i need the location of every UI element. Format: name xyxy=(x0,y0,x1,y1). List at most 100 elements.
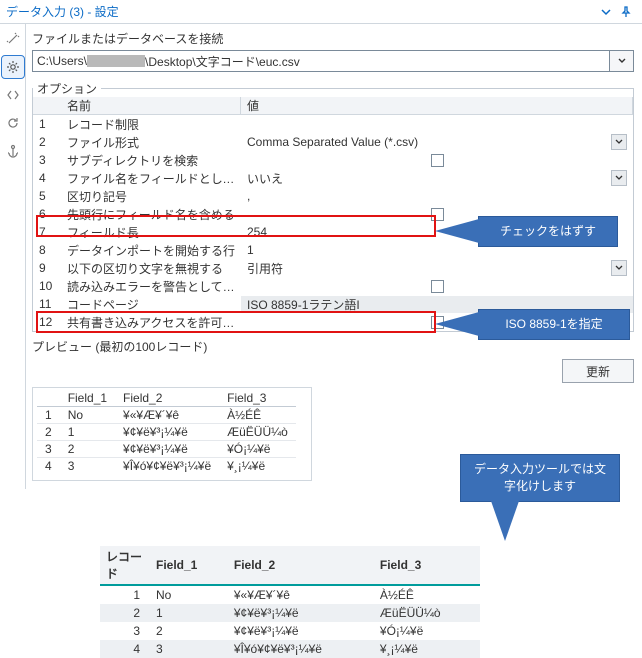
dropdown-icon[interactable] xyxy=(596,2,616,22)
row-name: 共有書き込みアクセスを許可する xyxy=(61,314,241,331)
row-name: ファイル形式 xyxy=(61,134,241,151)
dropdown-text: Comma Separated Value (*.csv) xyxy=(247,135,611,149)
path-dropdown-button[interactable] xyxy=(610,50,634,72)
row-index: 2 xyxy=(33,135,61,149)
cell: ¥Ó¡¼¥ë xyxy=(219,441,296,458)
table-row: 1No¥«¥Æ¥´¥êÀ½ÉÊ xyxy=(100,585,480,604)
preview2-table: レコードField_1Field_2Field_3 1No¥«¥Æ¥´¥êÀ½É… xyxy=(100,546,480,658)
table-row: 32¥¢¥ë¥³¡¼¥ë¥Ó¡¼¥ë xyxy=(100,622,480,640)
rail-refresh-icon[interactable] xyxy=(2,112,24,134)
cell: ¥¸¡¼¥ë xyxy=(374,640,480,658)
cell: À½ÉÊ xyxy=(374,585,480,604)
column-header: Field_3 xyxy=(219,390,296,407)
table-row: 21¥¢¥ë¥³¡¼¥ëÆüËÜÜ¼ò xyxy=(37,424,296,441)
row-name: ファイル名をフィールドとして出力する xyxy=(61,170,241,187)
column-header: レコード xyxy=(100,546,150,585)
rail-gear-icon[interactable] xyxy=(2,56,24,78)
row-name: フィールド長 xyxy=(61,224,241,241)
preview1-region: Field_1Field_2Field_3 1No¥«¥Æ¥´¥êÀ½ÉÊ21¥… xyxy=(32,387,312,481)
option-row: 10読み込みエラーを警告として扱う xyxy=(33,277,633,295)
table-row: 1No¥«¥Æ¥´¥êÀ½ÉÊ xyxy=(37,407,296,424)
callout-garbled: データ入力ツールでは文字化けします xyxy=(460,454,620,502)
cell: 4 xyxy=(100,640,150,658)
row-index: 12 xyxy=(33,315,61,329)
preview1-table: Field_1Field_2Field_3 1No¥«¥Æ¥´¥êÀ½ÉÊ21¥… xyxy=(37,390,296,474)
option-row: 3サブディレクトリを検索 xyxy=(33,151,633,169)
cell: 1 xyxy=(37,407,60,424)
row-value[interactable] xyxy=(241,154,633,167)
cell: 1 xyxy=(60,424,115,441)
row-name: 以下の区切り文字を無視する xyxy=(61,260,241,277)
row-value[interactable]: 引用符 xyxy=(241,260,633,277)
cell: 3 xyxy=(100,622,150,640)
window-title: データ入力 (3) - 設定 xyxy=(6,3,596,20)
side-rail xyxy=(0,24,26,489)
chevron-down-icon[interactable] xyxy=(611,260,627,276)
row-name: 区切り記号 xyxy=(61,188,241,205)
path-input[interactable]: C:\Users\ \Desktop\文字コード\euc.csv xyxy=(32,50,610,72)
connect-label: ファイルまたはデータベースを接続 xyxy=(32,30,634,47)
options-fieldset: オプション 名前 値 1レコード制限2ファイル形式Comma Separated… xyxy=(32,80,634,332)
pin-icon[interactable] xyxy=(616,2,636,22)
callout-iso: ISO 8859-1を指定 xyxy=(478,309,630,340)
option-row: 9以下の区切り文字を無視する引用符 xyxy=(33,259,633,277)
table-row: 21¥¢¥ë¥³¡¼¥ëÆüËÜÜ¼ò xyxy=(100,604,480,622)
table-row: 32¥¢¥ë¥³¡¼¥ë¥Ó¡¼¥ë xyxy=(37,441,296,458)
option-row: 4ファイル名をフィールドとして出力するいいえ xyxy=(33,169,633,187)
table-row: 43¥Î¥ó¥¢¥ë¥³¡¼¥ë¥¸¡¼¥ë xyxy=(37,458,296,475)
rail-anchor-icon[interactable] xyxy=(2,140,24,162)
row-value[interactable]: , xyxy=(241,189,633,203)
titlebar: データ入力 (3) - 設定 xyxy=(0,0,642,24)
content-area: ファイルまたはデータベースを接続 C:\Users\ \Desktop\文字コー… xyxy=(26,24,642,489)
option-row: 2ファイル形式 Comma Separated Value (*.csv) xyxy=(33,133,633,151)
cell: ÆüËÜÜ¼ò xyxy=(219,424,296,441)
cell: ¥¢¥ë¥³¡¼¥ë xyxy=(228,622,374,640)
path-prefix: C:\Users\ xyxy=(37,54,87,68)
cell: 2 xyxy=(100,604,150,622)
options-grid: 名前 値 1レコード制限2ファイル形式Comma Separated Value… xyxy=(33,97,633,331)
row-index: 11 xyxy=(33,297,61,311)
row-value[interactable]: いいえ xyxy=(241,170,633,187)
column-header: Field_3 xyxy=(374,546,480,585)
cell: ¥«¥Æ¥´¥ê xyxy=(228,585,374,604)
chevron-down-icon[interactable] xyxy=(611,134,627,150)
column-header: Field_1 xyxy=(150,546,228,585)
table-row: 43¥Î¥ó¥¢¥ë¥³¡¼¥ë¥¸¡¼¥ë xyxy=(100,640,480,658)
cell: ¥¢¥ë¥³¡¼¥ë xyxy=(115,424,219,441)
cell: No xyxy=(60,407,115,424)
column-header: Field_2 xyxy=(228,546,374,585)
option-row: 5区切り記号, xyxy=(33,187,633,205)
row-index: 7 xyxy=(33,225,61,239)
col-header-name: 名前 xyxy=(61,97,241,114)
dropdown-text: 引用符 xyxy=(247,260,611,277)
row-value[interactable] xyxy=(241,280,633,293)
cell: ¥¸¡¼¥ë xyxy=(219,458,296,475)
cell: ¥Ó¡¼¥ë xyxy=(374,622,480,640)
rail-wand-icon[interactable] xyxy=(2,28,24,50)
cell: ÆüËÜÜ¼ò xyxy=(374,604,480,622)
cell: 2 xyxy=(60,441,115,458)
cell: ¥Î¥ó¥¢¥ë¥³¡¼¥ë xyxy=(228,640,374,658)
row-index: 1 xyxy=(33,117,61,131)
chevron-down-icon[interactable] xyxy=(611,170,627,186)
rail-code-icon[interactable] xyxy=(2,84,24,106)
checkbox[interactable] xyxy=(431,154,444,167)
update-button[interactable]: 更新 xyxy=(562,359,634,383)
preview2-region: レコードField_1Field_2Field_3 1No¥«¥Æ¥´¥êÀ½É… xyxy=(100,546,480,658)
row-name: 読み込みエラーを警告として扱う xyxy=(61,278,241,295)
cell: 1 xyxy=(100,585,150,604)
checkbox[interactable] xyxy=(431,280,444,293)
row-name: データインポートを開始する行 xyxy=(61,242,241,259)
row-value[interactable]: Comma Separated Value (*.csv) xyxy=(241,134,633,150)
option-row: 1レコード制限 xyxy=(33,115,633,133)
cell: ¥«¥Æ¥´¥ê xyxy=(115,407,219,424)
row-name: サブディレクトリを検索 xyxy=(61,152,241,169)
row-index: 6 xyxy=(33,207,61,221)
row-index: 9 xyxy=(33,261,61,275)
options-legend: オプション xyxy=(33,80,101,97)
cell: 4 xyxy=(37,458,60,475)
preview-label: プレビュー (最初の100レコード) xyxy=(32,338,634,355)
cell: ¥¢¥ë¥³¡¼¥ë xyxy=(115,441,219,458)
column-header: Field_1 xyxy=(60,390,115,407)
dropdown-text: いいえ xyxy=(247,170,611,187)
